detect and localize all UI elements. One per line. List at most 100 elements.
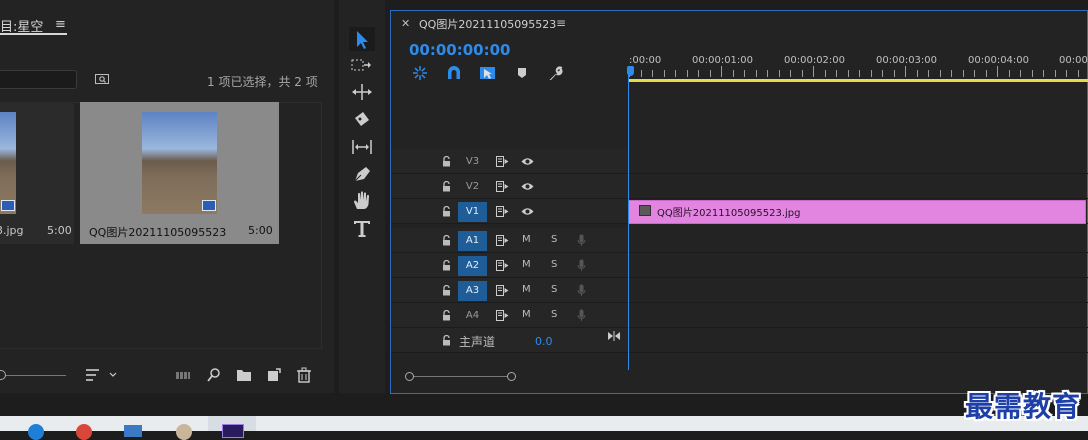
lock-icon[interactable] xyxy=(442,156,451,167)
eye-icon[interactable] xyxy=(521,182,534,191)
trash-icon[interactable] xyxy=(296,367,312,383)
playhead-timecode[interactable]: 00:00:00:00 xyxy=(409,41,511,59)
mute-button[interactable]: M xyxy=(522,309,531,320)
sort-icon[interactable] xyxy=(85,367,117,383)
solo-button[interactable]: S xyxy=(551,284,557,295)
ruler-label: 00:00:02:00 xyxy=(784,55,846,66)
sync-lock-icon[interactable] xyxy=(496,181,509,192)
ruler-label: 00:00:01:00 xyxy=(692,55,754,66)
microphone-icon[interactable] xyxy=(577,284,586,297)
taskbar-app-icon[interactable] xyxy=(124,425,142,437)
close-icon[interactable]: ✕ xyxy=(401,17,410,30)
still-image-badge-icon xyxy=(202,200,216,211)
timeline-clip[interactable]: QQ图片20211105095523.jpg xyxy=(628,200,1086,224)
razor-tool-icon[interactable] xyxy=(349,108,375,132)
taskbar-app-icon[interactable] xyxy=(28,424,44,440)
track-master xyxy=(391,328,1088,353)
media-item-name: QQ图片20211105095523 xyxy=(89,226,227,239)
solo-button[interactable]: S xyxy=(551,234,557,245)
track-header xyxy=(391,303,628,327)
track-label[interactable]: A4 xyxy=(458,306,487,326)
lock-icon[interactable] xyxy=(442,260,451,271)
snap-icon[interactable] xyxy=(446,65,462,81)
still-image-badge-icon xyxy=(1,200,15,211)
track-header xyxy=(391,199,628,223)
track-label[interactable]: V3 xyxy=(458,152,487,172)
new-bin-icon[interactable] xyxy=(236,367,252,383)
track-label[interactable]: A1 xyxy=(458,231,487,251)
microphone-icon[interactable] xyxy=(577,259,586,272)
panel-menu-icon[interactable]: ≡ xyxy=(55,17,66,32)
microphone-icon[interactable] xyxy=(577,309,586,322)
panel-menu-icon[interactable]: ≡ xyxy=(556,16,566,30)
sync-lock-icon[interactable] xyxy=(496,285,509,296)
sync-lock-icon[interactable] xyxy=(496,156,509,167)
project-tab-underline xyxy=(0,33,67,35)
scrollbar-handle-left[interactable] xyxy=(405,372,414,381)
sync-lock-icon[interactable] xyxy=(496,310,509,321)
selection-status: 1 项已选择，共 2 项 xyxy=(207,75,318,89)
track-header xyxy=(391,328,628,352)
taskbar-app-icon[interactable] xyxy=(176,424,192,440)
thumbnail xyxy=(0,112,16,214)
sync-lock-icon[interactable] xyxy=(496,235,509,246)
track-a1: A1 M S xyxy=(391,228,1088,253)
pen-tool-icon[interactable] xyxy=(349,162,375,186)
lock-icon[interactable] xyxy=(442,235,451,246)
track-header xyxy=(391,174,628,198)
lock-icon[interactable] xyxy=(442,335,451,346)
master-volume-value[interactable]: 0.0 xyxy=(535,335,553,348)
lock-icon[interactable] xyxy=(442,181,451,192)
sequence-tab[interactable]: QQ图片20211105095523 xyxy=(419,16,556,32)
media-item-selected[interactable]: QQ图片20211105095523 5:00 xyxy=(80,102,279,244)
track-label[interactable]: V1 xyxy=(458,202,487,222)
track-v2: V2 xyxy=(391,174,1088,199)
track-label[interactable]: A2 xyxy=(458,256,487,276)
add-marker-icon[interactable] xyxy=(514,65,530,81)
search-input[interactable] xyxy=(0,70,77,89)
hand-tool-icon[interactable] xyxy=(349,189,375,213)
lock-icon[interactable] xyxy=(442,206,451,217)
ruler-label: 00:00:04:00 xyxy=(968,55,1030,66)
track-label[interactable]: A3 xyxy=(458,281,487,301)
selection-tool-icon[interactable] xyxy=(349,27,375,51)
wrench-settings-icon[interactable] xyxy=(548,65,564,81)
find-icon[interactable] xyxy=(95,72,109,84)
find-icon[interactable] xyxy=(206,367,222,383)
new-item-icon[interactable] xyxy=(266,367,282,383)
mute-button[interactable]: M xyxy=(522,259,531,270)
ripple-edit-tool-icon[interactable] xyxy=(349,80,375,104)
lock-icon[interactable] xyxy=(442,285,451,296)
zoom-slider[interactable] xyxy=(0,375,66,376)
mute-button[interactable]: M xyxy=(522,234,531,245)
slip-tool-icon[interactable] xyxy=(349,135,375,159)
track-select-tool-icon[interactable] xyxy=(349,54,375,78)
playhead-handle[interactable] xyxy=(627,66,634,76)
solo-button[interactable]: S xyxy=(551,259,557,270)
microphone-icon[interactable] xyxy=(577,234,586,247)
premiere-icon[interactable] xyxy=(222,424,244,438)
track-header xyxy=(391,253,628,277)
lock-icon[interactable] xyxy=(442,310,451,321)
track-label[interactable]: V2 xyxy=(458,177,487,197)
solo-button[interactable]: S xyxy=(551,309,557,320)
eye-icon[interactable] xyxy=(521,207,534,216)
media-item[interactable]: 523.jpg 5:00 xyxy=(0,102,74,244)
playhead-line[interactable] xyxy=(628,72,629,370)
track-v3: V3 xyxy=(391,149,1088,174)
go-to-end-icon[interactable] xyxy=(607,331,621,341)
timeline-zoom-scrollbar[interactable] xyxy=(410,376,510,377)
mute-button[interactable]: M xyxy=(522,284,531,295)
sync-lock-icon[interactable] xyxy=(496,260,509,271)
sync-lock-icon[interactable] xyxy=(496,206,509,217)
taskbar-app-icon[interactable] xyxy=(76,424,92,440)
ruler-label: 00:00 xyxy=(1059,55,1088,66)
type-tool-icon[interactable] xyxy=(349,216,375,240)
work-area-bar[interactable] xyxy=(629,79,1088,82)
linked-selection-icon[interactable] xyxy=(479,65,497,81)
scrollbar-handle-right[interactable] xyxy=(507,372,516,381)
eye-icon[interactable] xyxy=(521,157,534,166)
automate-to-sequence-icon[interactable] xyxy=(175,367,191,383)
media-item-duration: 5:00 xyxy=(47,224,72,237)
nest-sequence-icon[interactable] xyxy=(412,65,428,81)
